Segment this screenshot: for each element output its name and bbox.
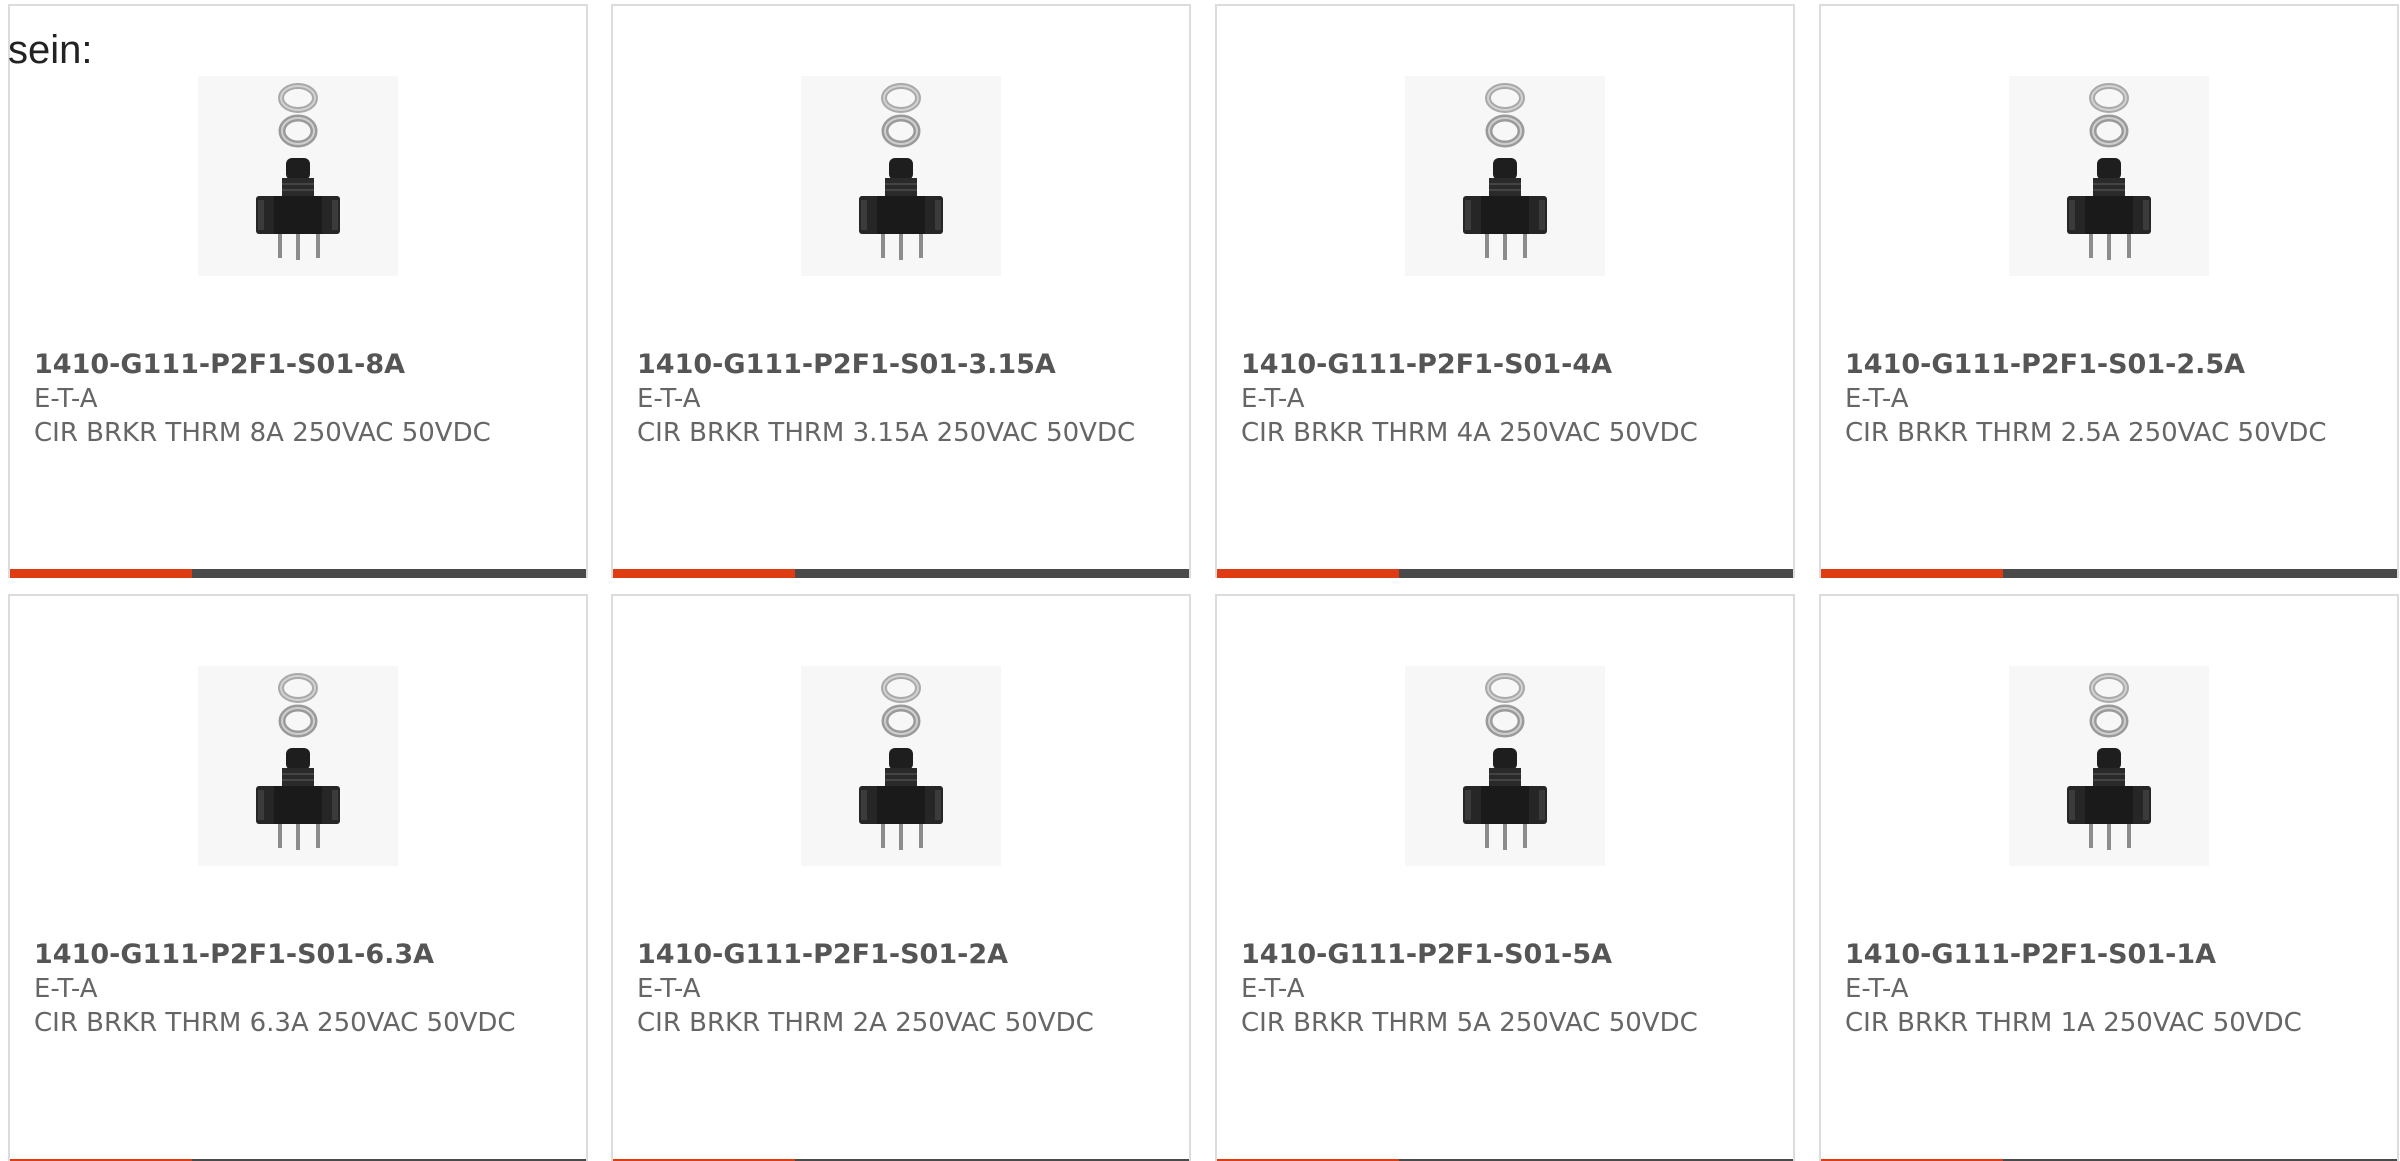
description-text: CIR BRKR THRM 1A 250VAC 50VDC (1845, 1008, 2302, 1038)
manufacturer-label: E-T-A (1241, 974, 1305, 1004)
description-text: CIR BRKR THRM 3.15A 250VAC 50VDC (637, 418, 1136, 448)
card-footer-bar (1821, 569, 2397, 578)
part-number-link[interactable]: 1410-G111-P2F1-S01-8A (34, 348, 562, 382)
product-info: 1410-G111-P2F1-S01-4A E-T-A CIR BRKR THR… (1241, 348, 1769, 450)
part-number-link[interactable]: 1410-G111-P2F1-S01-5A (1241, 938, 1769, 972)
circuit-breaker-image[interactable] (198, 666, 398, 866)
circuit-breaker-image[interactable] (2009, 76, 2209, 276)
card-footer-bar (10, 569, 586, 578)
product-card[interactable]: 1410-G111-P2F1-S01-3.15A E-T-A CIR BRKR … (611, 4, 1191, 578)
product-info: 1410-G111-P2F1-S01-2.5A E-T-A CIR BRKR T… (1845, 348, 2373, 450)
part-number-link[interactable]: 1410-G111-P2F1-S01-3.15A (637, 348, 1165, 382)
product-info: 1410-G111-P2F1-S01-3.15A E-T-A CIR BRKR … (637, 348, 1165, 450)
product-info: 1410-G111-P2F1-S01-5A E-T-A CIR BRKR THR… (1241, 938, 1769, 1040)
manufacturer-label: E-T-A (637, 974, 701, 1004)
intro-text: sein: (8, 28, 93, 72)
manufacturer-label: E-T-A (34, 974, 98, 1004)
circuit-breaker-image[interactable] (1405, 76, 1605, 276)
product-info: 1410-G111-P2F1-S01-1A E-T-A CIR BRKR THR… (1845, 938, 2373, 1040)
circuit-breaker-image[interactable] (801, 76, 1001, 276)
product-info: 1410-G111-P2F1-S01-8A E-T-A CIR BRKR THR… (34, 348, 562, 450)
manufacturer-label: E-T-A (34, 384, 98, 414)
description-text: CIR BRKR THRM 8A 250VAC 50VDC (34, 418, 491, 448)
part-number-link[interactable]: 1410-G111-P2F1-S01-2A (637, 938, 1165, 972)
product-card[interactable]: 1410-G111-P2F1-S01-2A E-T-A CIR BRKR THR… (611, 594, 1191, 1161)
circuit-breaker-image[interactable] (2009, 666, 2209, 866)
product-card[interactable]: 1410-G111-P2F1-S01-5A E-T-A CIR BRKR THR… (1215, 594, 1795, 1161)
product-card[interactable]: 1410-G111-P2F1-S01-8A E-T-A CIR BRKR THR… (8, 4, 588, 578)
part-number-link[interactable]: 1410-G111-P2F1-S01-6.3A (34, 938, 562, 972)
part-number-link[interactable]: 1410-G111-P2F1-S01-4A (1241, 348, 1769, 382)
description-text: CIR BRKR THRM 2A 250VAC 50VDC (637, 1008, 1094, 1038)
manufacturer-label: E-T-A (1845, 384, 1909, 414)
card-footer-bar (613, 569, 1189, 578)
description-text: CIR BRKR THRM 2.5A 250VAC 50VDC (1845, 418, 2327, 448)
description-text: CIR BRKR THRM 6.3A 250VAC 50VDC (34, 1008, 516, 1038)
card-accent-bar (1821, 569, 2003, 578)
manufacturer-label: E-T-A (1241, 384, 1305, 414)
card-accent-bar (613, 569, 795, 578)
product-info: 1410-G111-P2F1-S01-2A E-T-A CIR BRKR THR… (637, 938, 1165, 1040)
description-text: CIR BRKR THRM 5A 250VAC 50VDC (1241, 1008, 1698, 1038)
product-card[interactable]: 1410-G111-P2F1-S01-4A E-T-A CIR BRKR THR… (1215, 4, 1795, 578)
manufacturer-label: E-T-A (1845, 974, 1909, 1004)
manufacturer-label: E-T-A (637, 384, 701, 414)
product-card[interactable]: 1410-G111-P2F1-S01-6.3A E-T-A CIR BRKR T… (8, 594, 588, 1161)
card-footer-bar (1217, 569, 1793, 578)
part-number-link[interactable]: 1410-G111-P2F1-S01-1A (1845, 938, 2373, 972)
circuit-breaker-image[interactable] (801, 666, 1001, 866)
part-number-link[interactable]: 1410-G111-P2F1-S01-2.5A (1845, 348, 2373, 382)
product-card[interactable]: 1410-G111-P2F1-S01-2.5A E-T-A CIR BRKR T… (1819, 4, 2399, 578)
product-info: 1410-G111-P2F1-S01-6.3A E-T-A CIR BRKR T… (34, 938, 562, 1040)
circuit-breaker-image[interactable] (198, 76, 398, 276)
card-accent-bar (1217, 569, 1399, 578)
circuit-breaker-image[interactable] (1405, 666, 1605, 866)
product-card[interactable]: 1410-G111-P2F1-S01-1A E-T-A CIR BRKR THR… (1819, 594, 2399, 1161)
card-accent-bar (10, 569, 192, 578)
description-text: CIR BRKR THRM 4A 250VAC 50VDC (1241, 418, 1698, 448)
